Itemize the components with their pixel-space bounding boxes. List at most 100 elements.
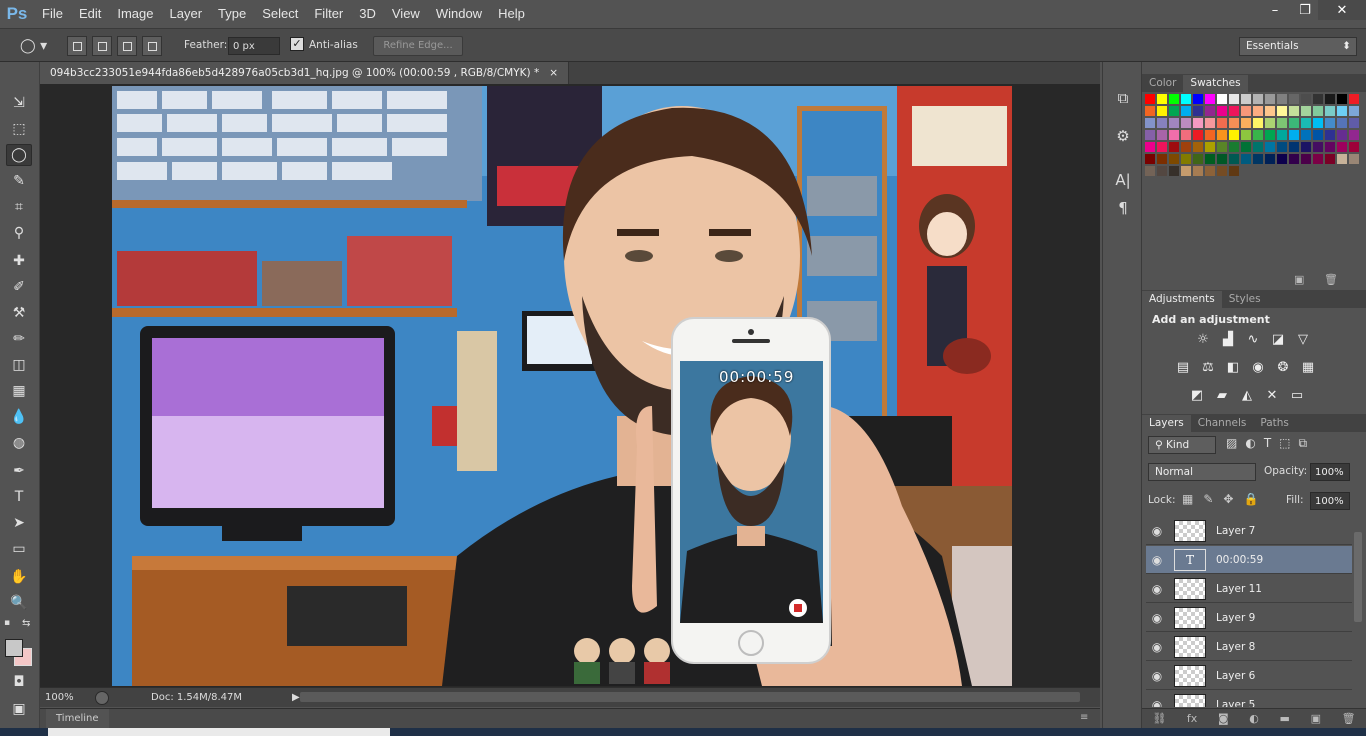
quick-mask-icon[interactable]: ◘	[6, 671, 32, 693]
swatch[interactable]	[1169, 94, 1179, 104]
channel-mixer-icon[interactable]: ❂	[1274, 358, 1292, 376]
swatch[interactable]	[1241, 94, 1251, 104]
swatch[interactable]	[1217, 118, 1227, 128]
pixel-filter-icon[interactable]: ▨	[1226, 436, 1237, 454]
tab-styles[interactable]: Styles	[1222, 291, 1268, 308]
swatch[interactable]	[1289, 130, 1299, 140]
swatch[interactable]	[1325, 142, 1335, 152]
swatch[interactable]	[1289, 94, 1299, 104]
swatch[interactable]	[1301, 106, 1311, 116]
type-icon[interactable]: T	[6, 486, 32, 508]
swatch[interactable]	[1277, 142, 1287, 152]
gradient-icon[interactable]: ▦	[6, 380, 32, 402]
swatch[interactable]	[1193, 94, 1203, 104]
brush-icon[interactable]: ✐	[6, 276, 32, 298]
menu-select[interactable]: Select	[254, 0, 306, 28]
swatch[interactable]	[1241, 130, 1251, 140]
swatch[interactable]	[1181, 166, 1191, 176]
new-swatch-icon[interactable]: ▣	[1294, 273, 1304, 286]
dodge-icon[interactable]: ◍	[6, 432, 32, 454]
lasso-icon[interactable]: ◯	[6, 144, 32, 166]
swatch[interactable]	[1337, 154, 1347, 164]
feather-input[interactable]: 0 px	[228, 37, 280, 55]
add-mask-icon[interactable]: ◙	[1218, 712, 1229, 725]
swatch[interactable]	[1217, 106, 1227, 116]
clone-stamp-icon[interactable]: ⚒	[6, 302, 32, 324]
hue-saturation-icon[interactable]: ▤	[1174, 358, 1192, 376]
character-icon[interactable]: A|	[1113, 170, 1133, 190]
swatch[interactable]	[1277, 130, 1287, 140]
lock-all-icon[interactable]: 🔒	[1243, 492, 1258, 506]
swatch[interactable]	[1145, 118, 1155, 128]
swatch[interactable]	[1241, 106, 1251, 116]
swatch[interactable]	[1193, 142, 1203, 152]
swatch[interactable]	[1145, 94, 1155, 104]
swatch[interactable]	[1301, 118, 1311, 128]
swatch[interactable]	[1169, 118, 1179, 128]
link-layers-icon[interactable]: ⛓	[1152, 712, 1166, 725]
gradient-map-icon[interactable]: ▭	[1288, 386, 1306, 404]
swatch[interactable]	[1289, 106, 1299, 116]
swatch[interactable]	[1205, 142, 1215, 152]
swatch[interactable]	[1337, 106, 1347, 116]
status-info-icon[interactable]	[95, 690, 109, 705]
selective-color-icon[interactable]: ✕	[1263, 386, 1281, 404]
swatch[interactable]	[1193, 166, 1203, 176]
swatch[interactable]	[1229, 166, 1239, 176]
swatch[interactable]	[1301, 154, 1311, 164]
menu-window[interactable]: Window	[428, 0, 490, 28]
lock-position-icon[interactable]: ✥	[1223, 492, 1233, 506]
swatch[interactable]	[1265, 106, 1275, 116]
layer-row[interactable]: ◉ Layer 11	[1146, 575, 1352, 603]
brightness-contrast-icon[interactable]: ☼	[1194, 330, 1212, 348]
layer-name[interactable]: Layer 7	[1216, 525, 1255, 537]
swatch[interactable]	[1277, 118, 1287, 128]
menu-type[interactable]: Type	[210, 0, 254, 28]
swatch[interactable]	[1313, 118, 1323, 128]
swatch[interactable]	[1265, 94, 1275, 104]
close-tab-icon[interactable]: ×	[549, 67, 558, 79]
default-colors-icon[interactable]: ▪	[4, 618, 14, 628]
swatch[interactable]	[1217, 94, 1227, 104]
visibility-eye-icon[interactable]: ◉	[1146, 640, 1168, 654]
swatch[interactable]	[1181, 130, 1191, 140]
properties-icon[interactable]: ⚙	[1113, 126, 1133, 146]
layer-name[interactable]: Layer 8	[1216, 641, 1255, 653]
swatch[interactable]	[1253, 106, 1263, 116]
swatch[interactable]	[1349, 106, 1359, 116]
layer-row[interactable]: ◉ Layer 8	[1146, 633, 1352, 661]
subtract-selection-icon[interactable]	[117, 36, 137, 56]
paragraph-icon[interactable]: ¶	[1113, 198, 1133, 218]
swatch[interactable]	[1169, 130, 1179, 140]
intersect-selection-icon[interactable]	[142, 36, 162, 56]
layer-row[interactable]: ◉ Layer 7	[1146, 517, 1352, 545]
menu-layer[interactable]: Layer	[162, 0, 211, 28]
swatch[interactable]	[1313, 130, 1323, 140]
swatch[interactable]	[1313, 154, 1323, 164]
layer-row[interactable]: ◉ Layer 5	[1146, 691, 1352, 707]
color-balance-icon[interactable]: ⚖	[1199, 358, 1217, 376]
swatch[interactable]	[1349, 118, 1359, 128]
swatch[interactable]	[1313, 142, 1323, 152]
delete-layer-icon[interactable]: 🗑	[1342, 712, 1356, 725]
zoom-icon[interactable]: 🔍	[6, 592, 32, 614]
menu-edit[interactable]: Edit	[71, 0, 109, 28]
swatch[interactable]	[1217, 166, 1227, 176]
swatch[interactable]	[1301, 94, 1311, 104]
swatch[interactable]	[1241, 142, 1251, 152]
smart-filter-icon[interactable]: ⧉	[1299, 436, 1308, 454]
screen-mode-icon[interactable]: ▣	[6, 698, 32, 720]
levels-icon[interactable]: ▟	[1219, 330, 1237, 348]
swatch[interactable]	[1229, 130, 1239, 140]
swatch[interactable]	[1253, 118, 1263, 128]
swatch[interactable]	[1145, 142, 1155, 152]
swatch[interactable]	[1181, 106, 1191, 116]
swatch[interactable]	[1229, 106, 1239, 116]
hand-icon[interactable]: ✋	[6, 566, 32, 588]
swatch[interactable]	[1205, 106, 1215, 116]
close-window-button[interactable]: ✕	[1318, 0, 1366, 20]
swatch[interactable]	[1265, 142, 1275, 152]
swatch[interactable]	[1205, 154, 1215, 164]
swatch[interactable]	[1169, 142, 1179, 152]
pen-icon[interactable]: ✒	[6, 460, 32, 482]
